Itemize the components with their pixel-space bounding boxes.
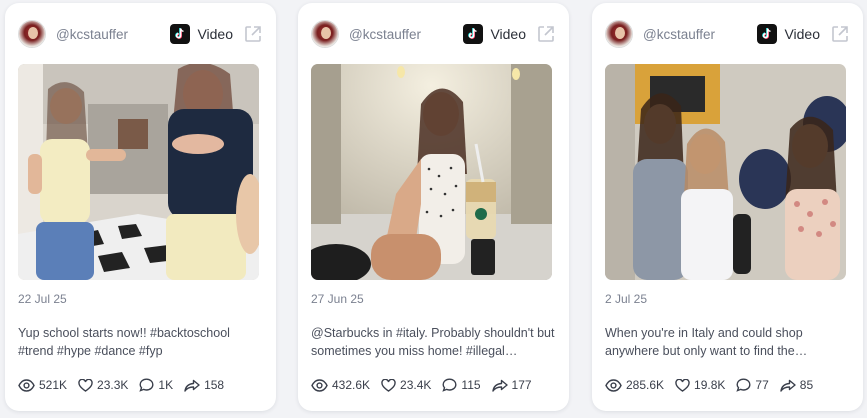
card-header: @kcstauffer Video — [311, 19, 556, 49]
shares-stat: 158 — [184, 378, 224, 392]
tiktok-icon — [463, 24, 484, 44]
avatar[interactable] — [18, 20, 46, 48]
heart-icon — [381, 378, 396, 392]
post-card[interactable]: @kcstauffer Video — [5, 3, 276, 411]
post-card[interactable]: @kcstauffer Video — [298, 3, 569, 411]
post-caption: Yup school starts now!! #backtoschool #t… — [18, 326, 230, 358]
share-icon — [780, 379, 796, 392]
external-link-icon[interactable] — [830, 24, 850, 44]
tiktok-icon — [170, 24, 191, 44]
comments-count: 1K — [158, 378, 174, 392]
content-type-label: Video — [784, 26, 820, 42]
likes-stat: 19.8K — [675, 378, 725, 392]
share-icon — [184, 379, 200, 392]
views-count: 432.6K — [332, 378, 371, 392]
shares-count: 177 — [511, 378, 532, 392]
post-date: 2 Jul 25 — [605, 292, 648, 306]
video-thumbnail[interactable] — [311, 64, 552, 280]
likes-count: 23.3K — [97, 378, 129, 392]
external-link-icon[interactable] — [536, 24, 556, 44]
engagement-stats: 285.6K 19.8K 77 85 — [605, 378, 824, 392]
shares-stat: 85 — [780, 378, 813, 392]
comment-icon — [442, 378, 457, 392]
heart-icon — [78, 378, 93, 392]
account-handle[interactable]: @kcstauffer — [643, 27, 757, 42]
engagement-stats: 521K 23.3K 1K 158 — [18, 378, 235, 392]
eye-icon — [18, 378, 35, 392]
avatar[interactable] — [605, 20, 633, 48]
views-stat: 432.6K — [311, 378, 370, 392]
likes-count: 19.8K — [694, 378, 726, 392]
engagement-stats: 432.6K 23.4K 115 177 — [311, 378, 543, 392]
post-caption: @Starbucks in #italy. Probably shouldn't… — [311, 326, 555, 358]
views-stat: 285.6K — [605, 378, 664, 392]
comment-icon — [736, 378, 751, 392]
video-thumbnail[interactable] — [605, 64, 846, 280]
posts-grid: @kcstauffer Video 22 Jul 25 Yup school s… — [0, 0, 867, 418]
content-type-label: Video — [197, 26, 233, 42]
shares-count: 85 — [799, 378, 814, 392]
heart-icon — [675, 378, 690, 392]
external-link-icon[interactable] — [243, 24, 263, 44]
shares-stat: 177 — [491, 378, 532, 392]
account-handle[interactable]: @kcstauffer — [349, 27, 463, 42]
post-date: 27 Jun 25 — [311, 292, 364, 306]
avatar[interactable] — [311, 20, 339, 48]
comments-stat: 77 — [736, 378, 769, 392]
likes-count: 23.4K — [400, 378, 432, 392]
tiktok-icon — [757, 24, 778, 44]
account-handle[interactable]: @kcstauffer — [56, 27, 170, 42]
post-date: 22 Jul 25 — [18, 292, 67, 306]
comments-count: 77 — [755, 378, 769, 392]
comment-icon — [139, 378, 154, 392]
eye-icon — [311, 378, 328, 392]
comments-count: 115 — [461, 378, 481, 392]
comments-stat: 115 — [442, 378, 481, 392]
views-stat: 521K — [18, 378, 67, 392]
share-icon — [491, 379, 508, 392]
shares-count: 158 — [204, 378, 225, 392]
post-caption: When you're in Italy and could shop anyw… — [605, 326, 808, 358]
card-header: @kcstauffer Video — [18, 19, 263, 49]
post-card[interactable]: @kcstauffer Video — [592, 3, 863, 411]
views-count: 285.6K — [626, 378, 665, 392]
comments-stat: 1K — [139, 378, 173, 392]
card-header: @kcstauffer Video — [605, 19, 850, 49]
likes-stat: 23.3K — [78, 378, 128, 392]
likes-stat: 23.4K — [381, 378, 431, 392]
video-thumbnail[interactable] — [18, 64, 259, 280]
content-type-label: Video — [490, 26, 526, 42]
eye-icon — [605, 378, 622, 392]
views-count: 521K — [39, 378, 68, 392]
